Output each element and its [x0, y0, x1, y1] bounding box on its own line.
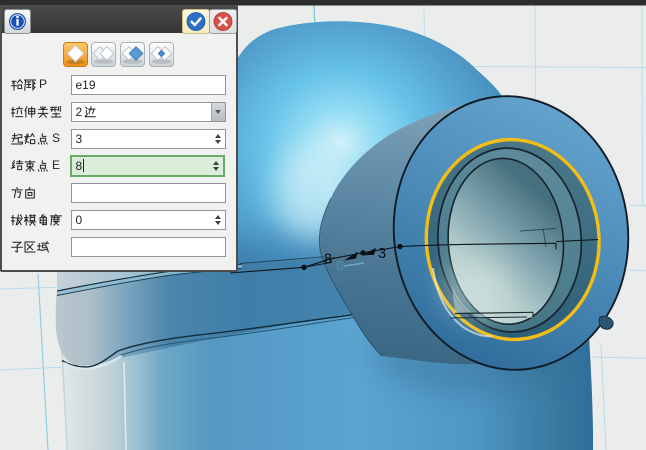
svg-text:8: 8	[324, 252, 332, 268]
svg-text:3: 3	[378, 246, 386, 262]
svg-text:0: 0	[336, 259, 344, 274]
